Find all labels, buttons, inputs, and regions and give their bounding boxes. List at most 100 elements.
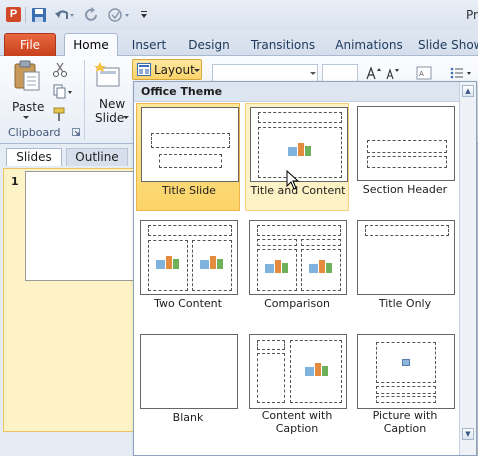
layout-label-line1: Picture with: [372, 409, 438, 422]
content-icons: [288, 143, 311, 159]
customize-qat-icon[interactable]: [139, 7, 149, 23]
clipboard-group-label: Clipboard: [8, 126, 61, 139]
scroll-up-icon[interactable]: ▲: [462, 85, 474, 97]
layout-label: Title Slide: [162, 184, 216, 197]
title-placeholder: [148, 225, 232, 236]
layout-icon: [137, 63, 151, 76]
layout-thumbnail: [357, 334, 455, 409]
title-placeholder: [257, 340, 285, 350]
tab-transitions[interactable]: Transitions: [246, 35, 320, 56]
layout-label: Blank: [172, 411, 204, 424]
new-slide-icon: [94, 62, 120, 87]
layout-thumbnail: [249, 334, 347, 409]
title-placeholder: [376, 386, 436, 394]
new-slide-label-line1: New: [99, 97, 126, 111]
layout-two-content[interactable]: Two Content: [136, 217, 240, 325]
cut-icon[interactable]: [52, 62, 68, 78]
tab-slides[interactable]: Slides: [6, 148, 62, 166]
mouse-cursor-icon: [286, 170, 300, 190]
paste-icon: [14, 60, 40, 91]
layout-content-with-caption[interactable]: Content with Caption: [245, 331, 349, 439]
layout-label-line2: Caption: [275, 422, 319, 435]
format-painter-icon[interactable]: [52, 106, 68, 122]
layout-title-and-content[interactable]: Title and Content: [245, 103, 349, 211]
tab-file[interactable]: File: [4, 33, 56, 56]
grow-font-icon[interactable]: [366, 66, 382, 80]
repeat-icon[interactable]: [106, 7, 132, 23]
layout-picture-with-caption[interactable]: Picture with Caption: [353, 331, 457, 439]
tab-home[interactable]: Home: [64, 33, 118, 57]
slide-thumbnail[interactable]: [25, 171, 137, 281]
layout-thumbnail: [140, 334, 238, 409]
picture-icon: [402, 359, 410, 366]
new-slide-label-line2: Slide: [95, 111, 125, 125]
caption-placeholder: [376, 396, 436, 403]
copy-icon[interactable]: [52, 84, 74, 100]
powerpoint-app-icon[interactable]: P: [6, 7, 21, 22]
window-title: Pr: [466, 8, 478, 22]
svg-text:A: A: [419, 70, 424, 78]
scroll-down-icon[interactable]: ▼: [462, 428, 474, 440]
title-placeholder: [151, 133, 230, 148]
layout-thumbnail: [357, 106, 455, 181]
slide-number: 1: [11, 175, 19, 188]
title-placeholder: [365, 225, 449, 236]
title-placeholder: [257, 225, 341, 236]
paste-button[interactable]: Paste: [8, 60, 48, 122]
paste-label: Paste: [12, 100, 45, 114]
caption-placeholder: [257, 353, 285, 403]
layout-thumbnail: [141, 107, 239, 182]
layout-label: Title Only: [378, 297, 432, 310]
subtitle-placeholder: [159, 154, 222, 168]
new-slide-button[interactable]: New Slide: [90, 60, 129, 125]
layout-label: Layout: [154, 63, 195, 77]
layout-label-line1: Content with: [261, 409, 333, 422]
content-icons: [200, 256, 223, 272]
layout-button[interactable]: Layout: [132, 59, 202, 80]
content-icons: [156, 256, 179, 272]
shrink-font-icon[interactable]: [386, 66, 400, 80]
left-heading-placeholder: [257, 239, 297, 246]
content-icons: [305, 363, 328, 379]
clear-formatting-icon[interactable]: A: [416, 66, 434, 82]
layout-label: Comparison: [264, 297, 330, 310]
undo-icon[interactable]: [53, 7, 75, 23]
qat-separator: [25, 7, 26, 23]
paste-dropdown-arrow: [23, 116, 29, 119]
right-heading-placeholder: [301, 239, 341, 246]
title-placeholder: [367, 140, 447, 153]
layout-title-only[interactable]: Title Only: [353, 217, 457, 325]
layout-label-line2: Caption: [383, 422, 427, 435]
tab-insert[interactable]: Insert: [126, 35, 172, 56]
layout-section-header[interactable]: Section Header: [353, 103, 457, 211]
content-icons: [265, 260, 288, 276]
layout-label: Section Header: [362, 183, 448, 196]
save-icon[interactable]: [31, 7, 47, 23]
layout-label: Two Content: [154, 297, 222, 310]
tab-animations[interactable]: Animations: [330, 35, 408, 56]
redo-icon[interactable]: [84, 7, 100, 23]
layout-comparison[interactable]: Comparison: [245, 217, 349, 325]
layout-title-slide[interactable]: Title Slide: [136, 103, 240, 211]
tab-slide-show[interactable]: Slide Show: [418, 35, 478, 56]
layout-thumbnail: [140, 220, 238, 295]
new-slide-dropdown-arrow: [123, 116, 129, 119]
dialog-launcher-icon[interactable]: [72, 128, 80, 136]
content-icons: [309, 260, 332, 276]
font-name-dropdown-arrow[interactable]: [310, 72, 316, 75]
layout-thumbnail: [249, 220, 347, 295]
slides-pane: Slides Outline 1: [0, 144, 137, 456]
layout-gallery: Office Theme ▲ ▼ Title Slide Title and C…: [133, 81, 477, 456]
gallery-section-header: Office Theme: [134, 82, 459, 102]
layout-blank[interactable]: Blank: [136, 331, 240, 439]
layout-dropdown-arrow: [194, 69, 200, 72]
bullets-icon[interactable]: [450, 66, 476, 80]
title-placeholder: [258, 112, 342, 123]
group-separator: [84, 60, 85, 140]
title-bar: P Pr: [0, 0, 478, 30]
text-placeholder: [367, 156, 447, 168]
tab-design[interactable]: Design: [182, 35, 236, 56]
gallery-scrollbar[interactable]: ▲ ▼: [459, 82, 476, 455]
tab-outline[interactable]: Outline: [66, 148, 128, 166]
ribbon-tab-bar: File Home Insert Design Transitions Anim…: [0, 30, 478, 57]
